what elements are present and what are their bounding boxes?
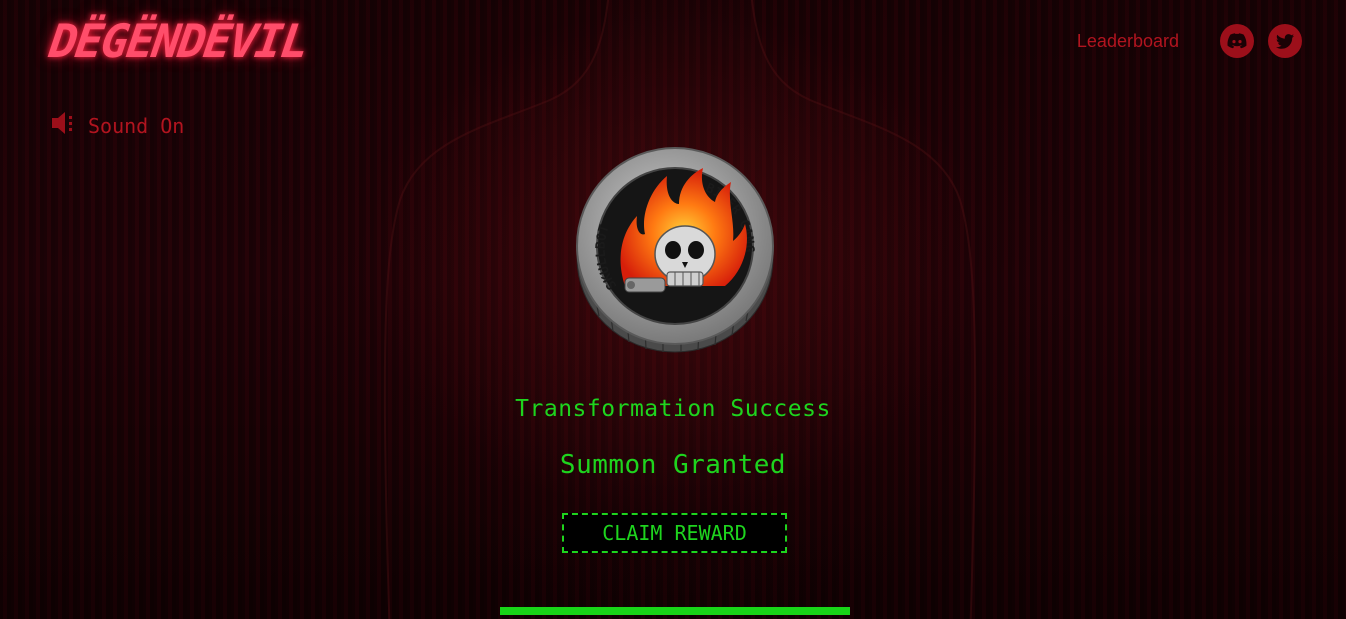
discord-button[interactable]	[1220, 24, 1254, 58]
logo[interactable]: DËGËNDËVIL	[46, 14, 311, 68]
sound-label: Sound On	[88, 113, 185, 138]
twitter-icon	[1276, 33, 1294, 49]
summon-status: Summon Granted	[559, 450, 787, 480]
speaker-icon	[50, 110, 78, 141]
transformation-status: Transformation Success	[515, 396, 831, 422]
twitter-button[interactable]	[1268, 24, 1302, 58]
top-nav: Leaderboard	[1077, 24, 1302, 58]
claim-reward-button[interactable]: CLAIM REWARD	[562, 513, 787, 553]
page: DËGËNDËVIL Sound On Leaderboard SKULLBOT…	[0, 0, 1346, 619]
progress-bar	[500, 607, 850, 615]
skullbot-coin: SKULLBOT BIKER GANG	[576, 147, 774, 353]
sound-toggle[interactable]: Sound On	[50, 110, 184, 141]
progress-fill	[500, 607, 850, 615]
leaderboard-link[interactable]: Leaderboard	[1077, 31, 1179, 52]
discord-icon	[1227, 33, 1247, 49]
